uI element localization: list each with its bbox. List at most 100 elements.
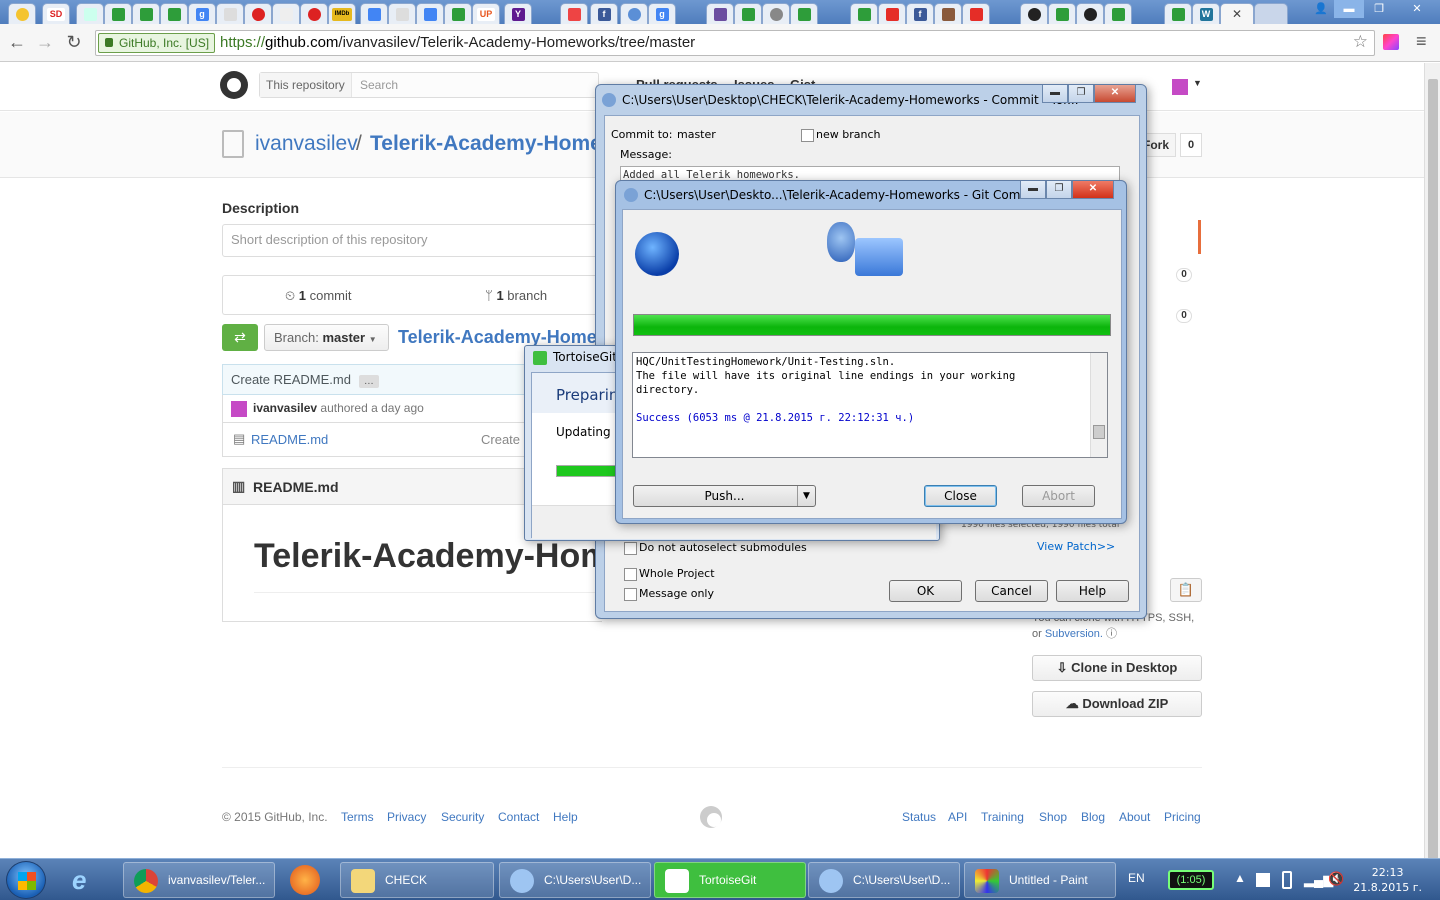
- git-output-log[interactable]: HQC/UnitTestingHomework/Unit-Testing.sln…: [632, 352, 1108, 458]
- close-window-icon[interactable]: ✕: [1072, 181, 1114, 199]
- close-button[interactable]: Close: [924, 485, 997, 507]
- url-text[interactable]: https://github.com/ivanvasilev/Telerik-A…: [220, 34, 695, 51]
- browser-tab[interactable]: [416, 3, 444, 24]
- taskbar-item-tortoisegit[interactable]: TortoiseGit: [654, 862, 806, 898]
- browser-tab[interactable]: [1020, 3, 1048, 24]
- footer-link-training[interactable]: Training: [981, 810, 1024, 824]
- maximize-icon[interactable]: ❐: [1046, 181, 1072, 199]
- address-bar[interactable]: GitHub, Inc. [US] https://github.com/iva…: [95, 30, 1375, 56]
- branches-stat[interactable]: ᛘ 1 branch: [485, 288, 547, 303]
- author-link[interactable]: ivanvasilev: [253, 401, 317, 415]
- download-zip-button[interactable]: ☁ Download ZIP: [1032, 691, 1202, 717]
- browser-tab[interactable]: [962, 3, 990, 24]
- message-only-checkbox[interactable]: Message only: [624, 587, 714, 601]
- footer-link-pricing[interactable]: Pricing: [1164, 810, 1201, 824]
- maximize-icon[interactable]: ❐: [1068, 85, 1094, 103]
- browser-tab[interactable]: [160, 3, 188, 24]
- expand-commit-button[interactable]: …: [358, 375, 379, 388]
- browser-tab[interactable]: [790, 3, 818, 24]
- footer-link-about[interactable]: About: [1119, 810, 1150, 824]
- browser-tab[interactable]: [762, 3, 790, 24]
- browser-tab[interactable]: Y: [504, 3, 532, 24]
- footer-link-privacy[interactable]: Privacy: [387, 810, 426, 824]
- whole-project-checkbox[interactable]: Whole Project: [624, 567, 715, 581]
- new-tab-button[interactable]: [1254, 3, 1288, 24]
- subversion-link[interactable]: Subversion.: [1045, 628, 1103, 640]
- browser-tab[interactable]: [1164, 3, 1192, 24]
- browser-tab[interactable]: g: [648, 3, 676, 24]
- taskbar-item-explorer[interactable]: CHECK: [340, 862, 494, 898]
- browser-tab[interactable]: [388, 3, 416, 24]
- browser-tab[interactable]: [272, 3, 300, 24]
- scrollbar-thumb[interactable]: [1093, 425, 1105, 439]
- browser-tab[interactable]: [1104, 3, 1132, 24]
- footer-link-security[interactable]: Security: [441, 810, 484, 824]
- browser-tab[interactable]: [934, 3, 962, 24]
- compare-button[interactable]: ⇄: [222, 324, 258, 351]
- user-icon[interactable]: 👤: [1308, 0, 1334, 18]
- volume-muted-icon[interactable]: 🔇: [1328, 871, 1344, 887]
- page-scrollbar[interactable]: [1424, 63, 1440, 859]
- browser-tab[interactable]: [560, 3, 588, 24]
- clone-in-desktop-button[interactable]: ⇩ Clone in Desktop: [1032, 655, 1202, 681]
- no-autoselect-submodules-checkbox[interactable]: Do not autoselect submodules: [624, 541, 807, 555]
- browser-tab[interactable]: f: [906, 3, 934, 24]
- footer-link-help[interactable]: Help: [553, 810, 578, 824]
- taskbar-item-git-command[interactable]: C:\Users\User\D...: [499, 862, 651, 898]
- github-footer-logo-icon[interactable]: [700, 806, 722, 828]
- forward-icon[interactable]: →: [34, 32, 56, 53]
- browser-tab[interactable]: [706, 3, 734, 24]
- taskbar-item-chrome[interactable]: ivanvasilev/Teler...: [123, 862, 275, 898]
- ok-button[interactable]: OK: [889, 580, 962, 602]
- search-input[interactable]: Search: [360, 78, 398, 92]
- taskbar-item-commit[interactable]: C:\Users\User\D...: [808, 862, 960, 898]
- close-window-icon[interactable]: ✕: [1094, 85, 1136, 103]
- footer-link-api[interactable]: API: [948, 810, 967, 824]
- cancel-button[interactable]: Cancel: [975, 580, 1048, 602]
- browser-tab[interactable]: [360, 3, 388, 24]
- reload-icon[interactable]: ↻: [63, 32, 85, 53]
- browser-tab[interactable]: [1048, 3, 1076, 24]
- browser-tab-active[interactable]: ✕: [1220, 3, 1254, 24]
- battery-icon[interactable]: [1282, 871, 1292, 889]
- view-patch-link[interactable]: View Patch>>: [1037, 540, 1115, 553]
- browser-tab[interactable]: [216, 3, 244, 24]
- system-clock[interactable]: 22:13 21.8.2015 г.: [1353, 865, 1422, 895]
- extension-icon[interactable]: [1383, 34, 1399, 50]
- maximize-icon[interactable]: ❐: [1364, 0, 1394, 18]
- browser-tab[interactable]: [1076, 3, 1104, 24]
- file-link[interactable]: README.md: [251, 432, 328, 447]
- firefox-icon[interactable]: [290, 865, 320, 895]
- minimize-icon[interactable]: ▬: [1020, 181, 1046, 199]
- browser-tab[interactable]: [734, 3, 762, 24]
- footer-link-shop[interactable]: Shop: [1039, 810, 1067, 824]
- copy-clone-url-button[interactable]: 📋: [1170, 578, 1202, 602]
- internet-explorer-icon[interactable]: e: [72, 865, 104, 895]
- caret-down-icon[interactable]: ▼: [1193, 78, 1202, 88]
- browser-tab[interactable]: [8, 3, 36, 24]
- new-branch-checkbox[interactable]: new branch: [801, 128, 880, 142]
- log-scrollbar[interactable]: [1090, 353, 1107, 457]
- footer-link-contact[interactable]: Contact: [498, 810, 539, 824]
- minimize-icon[interactable]: ▬: [1334, 0, 1364, 18]
- language-indicator[interactable]: EN: [1128, 871, 1145, 885]
- close-window-icon[interactable]: ✕: [1394, 0, 1440, 18]
- bookmark-star-icon[interactable]: ☆: [1353, 32, 1368, 52]
- description-input[interactable]: Short description of this repository: [222, 224, 602, 257]
- footer-link-blog[interactable]: Blog: [1081, 810, 1105, 824]
- help-icon[interactable]: ⓘ: [1106, 628, 1117, 640]
- browser-tab[interactable]: [76, 3, 104, 24]
- browser-tab[interactable]: g: [188, 3, 216, 24]
- help-button[interactable]: Help: [1056, 580, 1129, 602]
- footer-link-status[interactable]: Status: [902, 810, 936, 824]
- browser-tab[interactable]: [444, 3, 472, 24]
- avatar[interactable]: [231, 401, 247, 417]
- site-search[interactable]: This repository Search: [259, 72, 599, 98]
- browser-tab[interactable]: [620, 3, 648, 24]
- minimize-icon[interactable]: ▬: [1042, 85, 1068, 103]
- start-button[interactable]: [6, 861, 46, 899]
- show-hidden-icons-icon[interactable]: ▲: [1234, 871, 1246, 885]
- taskbar-item-paint[interactable]: Untitled - Paint: [964, 862, 1116, 898]
- scrollbar-thumb[interactable]: [1428, 79, 1438, 859]
- browser-tab[interactable]: [850, 3, 878, 24]
